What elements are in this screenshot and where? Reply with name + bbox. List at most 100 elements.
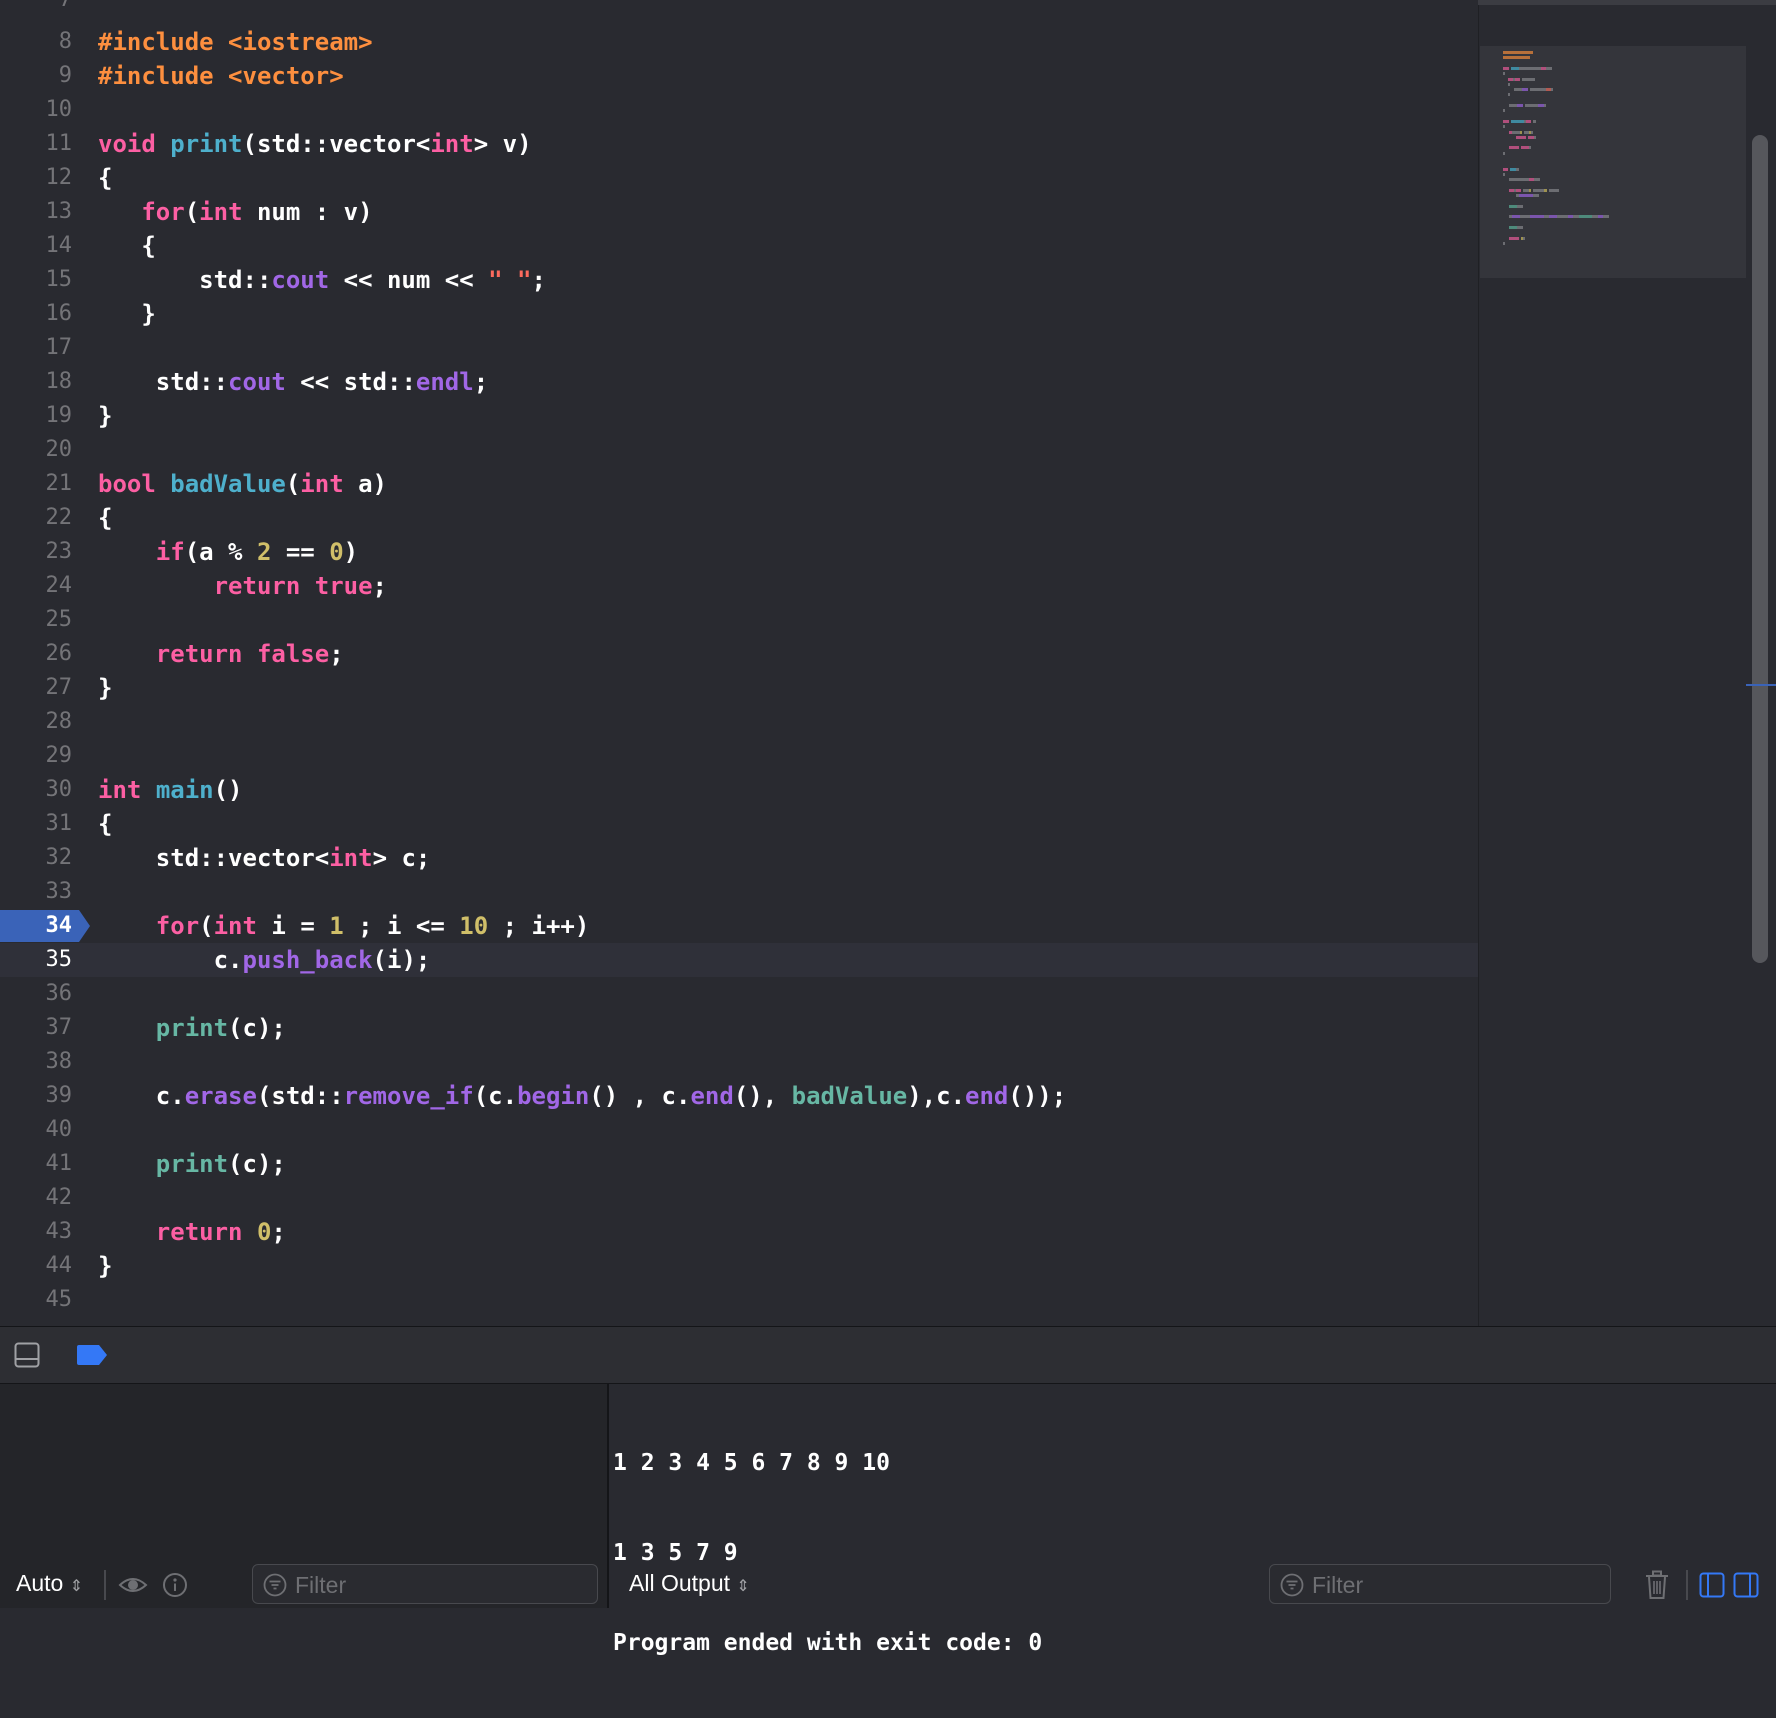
line-number[interactable]: 20: [0, 433, 73, 467]
code-text[interactable]: c.erase(std::remove_if(c.begin() , c.end…: [98, 1079, 1066, 1113]
code-text[interactable]: print(c);: [98, 1147, 286, 1181]
line-number[interactable]: 45: [0, 1283, 73, 1317]
code-text[interactable]: }: [98, 399, 112, 433]
code-line[interactable]: 16 }: [0, 297, 1478, 331]
code-line[interactable]: 22 {: [0, 501, 1478, 535]
breakpoint-tag-icon[interactable]: [75, 1344, 109, 1366]
code-text[interactable]: std::vector<int> c;: [98, 841, 431, 875]
code-line[interactable]: 17: [0, 331, 1478, 365]
code-line[interactable]: 37 print(c);: [0, 1011, 1478, 1045]
variables-filter-field[interactable]: Filter: [252, 1564, 598, 1604]
line-number[interactable]: 8: [0, 25, 72, 59]
console-pane[interactable]: 1 2 3 4 5 6 7 8 9 10 1 3 5 7 9 Program e…: [609, 1384, 1776, 1656]
trash-icon[interactable]: [1645, 1570, 1669, 1604]
line-number[interactable]: 33: [0, 875, 73, 909]
code-line[interactable]: 21 bool badValue(int a): [0, 467, 1478, 501]
code-text[interactable]: c.push_back(i);: [98, 943, 431, 977]
code-text[interactable]: #include <iostream>: [98, 25, 373, 59]
code-line[interactable]: 18 std::cout << std::endl;: [0, 365, 1478, 399]
code-line[interactable]: 9 #include <vector>: [0, 59, 1478, 93]
code-line[interactable]: 28: [0, 705, 1478, 739]
line-number[interactable]: 18: [0, 365, 73, 399]
line-number[interactable]: 35: [0, 943, 73, 977]
line-number[interactable]: 43: [0, 1215, 73, 1249]
line-number[interactable]: 17: [0, 331, 73, 365]
code-line[interactable]: 15 std::cout << num << " ";: [0, 263, 1478, 297]
code-line[interactable]: 41 print(c);: [0, 1147, 1478, 1181]
code-line[interactable]: 29: [0, 739, 1478, 773]
code-text[interactable]: return false;: [98, 637, 344, 671]
code-line[interactable]: 33: [0, 875, 1478, 909]
code-line[interactable]: 23 if(a % 2 == 0): [0, 535, 1478, 569]
code-line[interactable]: 8 #include <iostream>: [0, 25, 1478, 59]
line-number[interactable]: 25: [0, 603, 73, 637]
variables-pane[interactable]: Auto ⇕ Filter: [0, 1384, 609, 1608]
code-line[interactable]: 32 std::vector<int> c;: [0, 841, 1478, 875]
code-line[interactable]: 44}: [0, 1249, 1478, 1283]
line-number[interactable]: 9: [0, 59, 72, 93]
line-number[interactable]: 26: [0, 637, 73, 671]
code-text[interactable]: bool badValue(int a): [98, 467, 387, 501]
code-text[interactable]: }: [98, 1249, 112, 1283]
line-number[interactable]: 11: [0, 127, 73, 161]
code-line[interactable]: 14 {: [0, 229, 1478, 263]
line-number[interactable]: 15: [0, 263, 73, 297]
code-line[interactable]: 30 int main(): [0, 773, 1478, 807]
line-number[interactable]: 16: [0, 297, 73, 331]
line-number[interactable]: 23: [0, 535, 73, 569]
line-number[interactable]: 37: [0, 1011, 73, 1045]
code-line[interactable]: 36: [0, 977, 1478, 1011]
code-line[interactable]: 12 {: [0, 161, 1478, 195]
code-line[interactable]: 38: [0, 1045, 1478, 1079]
code-editor[interactable]: 7 8 #include <iostream> 9 #include <vector>…: [0, 0, 1478, 1326]
code-text[interactable]: }: [98, 671, 112, 705]
code-line[interactable]: 25: [0, 603, 1478, 637]
line-number[interactable]: 27: [0, 671, 73, 705]
code-line[interactable]: 11 void print(std::vector<int> v): [0, 127, 1478, 161]
right-panel-icon[interactable]: [1733, 1572, 1759, 1602]
line-number[interactable]: 24: [0, 569, 73, 603]
code-text[interactable]: {: [98, 161, 112, 195]
code-text[interactable]: if(a % 2 == 0): [98, 535, 358, 569]
minimap[interactable]: [1478, 5, 1747, 1326]
line-number[interactable]: 14: [0, 229, 73, 263]
line-number[interactable]: 21: [0, 467, 73, 501]
code-line[interactable]: 10: [0, 93, 1478, 127]
code-text[interactable]: std::cout << num << " ";: [98, 263, 546, 297]
code-line[interactable]: 34 for(int i = 1 ; i <= 10 ; i++): [0, 909, 1478, 943]
info-icon[interactable]: [162, 1572, 188, 1602]
line-number[interactable]: 31: [0, 807, 73, 841]
line-number[interactable]: 44: [0, 1249, 73, 1283]
code-line[interactable]: 31 {: [0, 807, 1478, 841]
code-text[interactable]: for(int i = 1 ; i <= 10 ; i++): [98, 909, 590, 943]
code-line[interactable]: 27}: [0, 671, 1478, 705]
line-number[interactable]: 19: [0, 399, 73, 433]
code-text[interactable]: {: [98, 229, 155, 263]
line-number[interactable]: 36: [0, 977, 73, 1011]
line-number[interactable]: 30: [0, 773, 73, 807]
scope-selector[interactable]: Auto ⇕: [16, 1570, 83, 1597]
left-panel-icon[interactable]: [1699, 1572, 1725, 1602]
line-number[interactable]: 13: [0, 195, 73, 229]
code-text[interactable]: print(c);: [98, 1011, 286, 1045]
line-number[interactable]: 41: [0, 1147, 73, 1181]
line-number[interactable]: 29: [0, 739, 73, 773]
code-text[interactable]: std::cout << std::endl;: [98, 365, 488, 399]
line-number[interactable]: 32: [0, 841, 73, 875]
code-line[interactable]: 13 for(int num : v): [0, 195, 1478, 229]
line-number[interactable]: 28: [0, 705, 73, 739]
line-number[interactable]: 34: [0, 909, 73, 943]
line-number[interactable]: 22: [0, 501, 73, 535]
code-line[interactable]: 24 return true;: [0, 569, 1478, 603]
code-line[interactable]: 40: [0, 1113, 1478, 1147]
code-text[interactable]: }: [98, 297, 155, 331]
code-line[interactable]: 19}: [0, 399, 1478, 433]
code-text[interactable]: {: [98, 501, 112, 535]
code-text[interactable]: return 0;: [98, 1215, 286, 1249]
minimap-viewport[interactable]: [1480, 46, 1747, 278]
code-line[interactable]: 20: [0, 433, 1478, 467]
scrollbar-thumb[interactable]: [1752, 135, 1768, 963]
code-line[interactable]: 42: [0, 1181, 1478, 1215]
code-line[interactable]: 43 return 0;: [0, 1215, 1478, 1249]
code-text[interactable]: #include <vector>: [98, 59, 344, 93]
